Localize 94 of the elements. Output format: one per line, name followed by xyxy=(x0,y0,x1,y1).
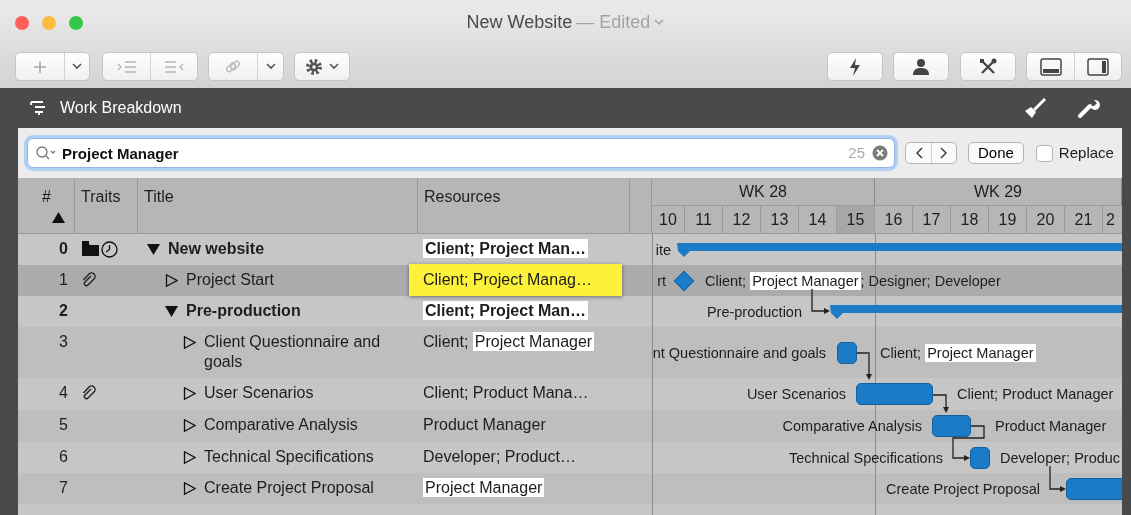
day-label: 11 xyxy=(685,206,723,233)
task-title: Client Questionnaire and goals xyxy=(204,332,382,372)
milestone-marker xyxy=(673,269,695,292)
column-header[interactable]: Traits xyxy=(81,185,121,209)
chevron-right-icon xyxy=(940,147,948,159)
resource-label: Client; Product Manager xyxy=(957,385,1114,403)
gantt-label: rt xyxy=(657,271,666,290)
tools-button[interactable] xyxy=(960,52,1016,81)
done-button[interactable]: Done xyxy=(968,142,1024,164)
resource-text: Client; Product Mana… xyxy=(423,384,589,401)
day-label: 12 xyxy=(723,206,761,233)
row-number: 4 xyxy=(59,384,68,401)
gantt-label: User Scenarios xyxy=(746,385,846,403)
task-title: Technical Specifications xyxy=(204,447,374,467)
resource-text: Project Manager xyxy=(423,478,545,497)
day-label: 17 xyxy=(913,206,951,233)
chevron-down-icon xyxy=(654,19,665,26)
zoom-window-button[interactable] xyxy=(69,15,83,30)
row-number: 0 xyxy=(59,240,68,257)
gantt-label: Technical Specifications xyxy=(789,448,943,467)
day-label: 19 xyxy=(989,206,1027,233)
row-number: 6 xyxy=(59,448,68,465)
actions-button[interactable] xyxy=(827,52,883,81)
resource-label: Product Manager xyxy=(995,417,1107,435)
resource-text: Client; Project Man… xyxy=(423,301,588,320)
resource-label: Developer; Produc xyxy=(1000,448,1121,467)
replace-checkbox[interactable] xyxy=(1035,144,1053,162)
close-window-button[interactable] xyxy=(15,15,29,30)
resources-button[interactable] xyxy=(893,52,949,81)
window-title-menu[interactable]: New Website — Edited xyxy=(466,9,665,36)
resource-label: Client; Project Manager; Designer; Developer xyxy=(705,271,1001,290)
task-bar[interactable] xyxy=(932,415,971,437)
resource-text: Product Manager xyxy=(423,416,546,433)
row-number: 3 xyxy=(59,333,68,350)
gantt-label: Create Project Proposal xyxy=(886,479,1040,498)
day-label: 15 xyxy=(837,206,875,233)
task-title: Create Project Proposal xyxy=(204,478,374,498)
day-label: 10 xyxy=(652,206,685,233)
row-number: 1 xyxy=(59,271,68,288)
resource-text: Client; Project Manag… xyxy=(409,264,622,296)
resource-text: Client; Project Manager xyxy=(423,332,595,351)
match-count: 25 xyxy=(848,142,865,163)
lightning-icon xyxy=(849,57,861,76)
week-label: WK 29 xyxy=(875,178,1122,205)
person-icon xyxy=(912,57,930,76)
side-pane-icon xyxy=(1087,57,1109,76)
gantt-label: nt Questionnaire and goals xyxy=(652,343,826,362)
row-number: 2 xyxy=(59,302,68,319)
caret-icon xyxy=(329,63,339,70)
wrench-icon[interactable] xyxy=(1077,97,1101,119)
row-number: 5 xyxy=(59,416,68,433)
column-header[interactable]: # xyxy=(42,185,51,209)
link-icon xyxy=(224,57,242,76)
task-title: Project Start xyxy=(186,270,275,290)
bottom-pane-icon xyxy=(1039,57,1062,76)
replace-label: Replace xyxy=(1058,142,1114,163)
folder-icon xyxy=(82,241,99,256)
task-bar[interactable] xyxy=(970,446,990,469)
gantt-label: Comparative Analysis xyxy=(782,417,922,435)
resource-label: Client; Project Manager xyxy=(880,343,1036,362)
task-title: New website xyxy=(168,239,265,259)
indent-icon xyxy=(116,60,137,73)
resource-text: Client; Project Man… xyxy=(423,239,588,258)
resource-text: Developer; Product… xyxy=(423,448,576,465)
day-label: 16 xyxy=(875,206,913,233)
day-label: 13 xyxy=(761,206,799,233)
column-header[interactable]: Resources xyxy=(424,185,501,209)
chevron-left-icon xyxy=(914,147,923,159)
task-bar[interactable] xyxy=(837,341,857,364)
clock-icon xyxy=(101,241,118,258)
plus-icon xyxy=(33,59,47,74)
day-label: 18 xyxy=(951,206,989,233)
column-header[interactable]: Title xyxy=(144,185,174,209)
task-title: User Scenarios xyxy=(204,383,314,403)
tools-icon xyxy=(979,57,997,76)
day-label: 21 xyxy=(1065,206,1103,233)
day-label: 20 xyxy=(1027,206,1065,233)
task-bar[interactable] xyxy=(1066,477,1122,500)
week-label: WK 28 xyxy=(652,178,875,205)
brush-icon[interactable] xyxy=(1023,97,1047,119)
gantt-label: ite xyxy=(655,240,671,259)
gantt-label: Pre-production xyxy=(706,302,802,321)
task-title: Comparative Analysis xyxy=(204,415,358,435)
task-title: Pre-production xyxy=(186,301,301,321)
outdent-icon xyxy=(164,60,184,73)
day-label: 2 xyxy=(1105,210,1116,230)
search-icon xyxy=(35,145,57,161)
caret-icon xyxy=(72,63,82,70)
panel-title: Work Breakdown xyxy=(60,98,182,118)
clear-icon[interactable] xyxy=(872,145,888,161)
caret-icon xyxy=(265,63,276,70)
settings-button[interactable] xyxy=(294,52,350,81)
row-number: 7 xyxy=(59,479,68,496)
gear-icon xyxy=(305,57,323,76)
